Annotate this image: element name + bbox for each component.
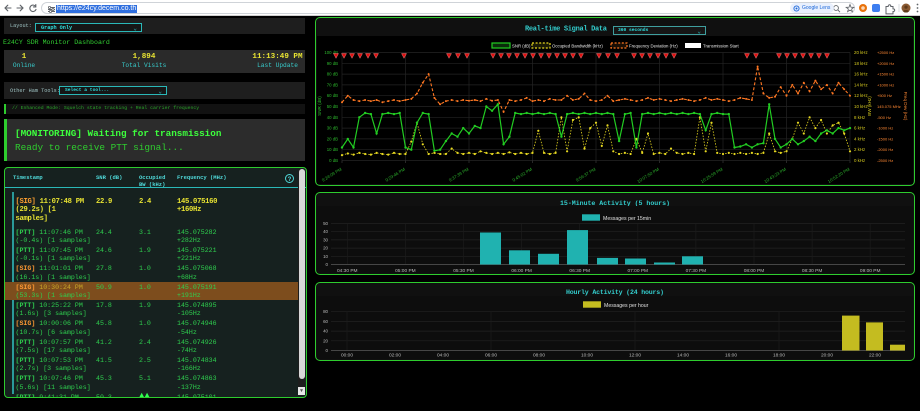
svg-text:145.075 MHz: 145.075 MHz xyxy=(877,104,901,109)
svg-text:4 kHz: 4 kHz xyxy=(854,136,865,141)
svg-text:08:30 PM: 08:30 PM xyxy=(802,268,823,274)
svg-text:14 kHz: 14 kHz xyxy=(854,82,868,87)
svg-text:00:00: 00:00 xyxy=(341,353,353,359)
svg-text:80: 80 xyxy=(323,309,328,314)
svg-text:08:00: 08:00 xyxy=(533,353,545,359)
svg-text:20: 20 xyxy=(323,246,328,251)
svg-text:07:30 PM: 07:30 PM xyxy=(686,268,707,274)
svg-text:20 dB: 20 dB xyxy=(327,136,338,141)
svg-text:06:00 PM: 06:00 PM xyxy=(511,268,532,274)
svg-text:50 dB: 50 dB xyxy=(327,104,338,109)
svg-text:SNR (dB): SNR (dB) xyxy=(512,43,531,48)
svg-text:08:00 PM: 08:00 PM xyxy=(744,268,765,274)
svg-text:40: 40 xyxy=(323,229,328,234)
svg-text:-2500 Hz: -2500 Hz xyxy=(877,158,893,163)
svg-text:0 dB: 0 dB xyxy=(329,158,338,163)
svg-text:-500 Hz: -500 Hz xyxy=(877,115,891,120)
svg-text:Hourly Activity (24 hours): Hourly Activity (24 hours) xyxy=(566,289,664,296)
svg-text:Frequency Deviation (Hz): Frequency Deviation (Hz) xyxy=(629,43,678,48)
svg-text:50: 50 xyxy=(323,221,328,226)
svg-text:20 kHz: 20 kHz xyxy=(854,50,868,55)
svg-text:30 dB: 30 dB xyxy=(327,126,338,131)
svg-text:8 kHz: 8 kHz xyxy=(854,115,865,120)
svg-text:Freq Dev (Hz): Freq Dev (Hz) xyxy=(903,92,908,121)
svg-text:+1500 Hz: +1500 Hz xyxy=(877,72,894,77)
svg-text:70 dB: 70 dB xyxy=(327,82,338,87)
svg-text:Occupied Bandwidth (kHz): Occupied Bandwidth (kHz) xyxy=(552,43,603,48)
svg-text:07:00 PM: 07:00 PM xyxy=(628,268,649,274)
svg-text:15-Minute Activity (5 hours): 15-Minute Activity (5 hours) xyxy=(560,200,670,207)
svg-text:09:00 PM: 09:00 PM xyxy=(860,268,881,274)
svg-text:6 kHz: 6 kHz xyxy=(854,126,865,131)
svg-text:80 dB: 80 dB xyxy=(327,72,338,77)
svg-text:12:00: 12:00 xyxy=(629,353,641,359)
svg-text:90 dB: 90 dB xyxy=(327,61,338,66)
svg-text:06:00: 06:00 xyxy=(485,353,497,359)
svg-text:18:00: 18:00 xyxy=(773,353,785,359)
svg-text:12 kHz: 12 kHz xyxy=(854,93,868,98)
svg-text:-1500 Hz: -1500 Hz xyxy=(877,136,893,141)
svg-text:+2500 Hz: +2500 Hz xyxy=(877,50,894,55)
svg-text:05:00 PM: 05:00 PM xyxy=(395,268,416,274)
svg-text:16:00: 16:00 xyxy=(725,353,737,359)
svg-text:04:30 PM: 04:30 PM xyxy=(337,268,358,274)
svg-text:14:00: 14:00 xyxy=(677,353,689,359)
svg-text:10: 10 xyxy=(323,254,328,259)
svg-text:10:00: 10:00 xyxy=(581,353,593,359)
svg-text:22:00: 22:00 xyxy=(869,353,881,359)
svg-text:20:00: 20:00 xyxy=(821,353,833,359)
svg-text:60: 60 xyxy=(323,319,328,324)
svg-text:0 kHz: 0 kHz xyxy=(854,158,865,163)
svg-text:40 dB: 40 dB xyxy=(327,115,338,120)
svg-text:20: 20 xyxy=(323,338,328,343)
svg-text:10 kHz: 10 kHz xyxy=(854,104,868,109)
svg-text:2 kHz: 2 kHz xyxy=(854,147,865,152)
svg-text:18 kHz: 18 kHz xyxy=(854,61,868,66)
svg-text:Messages per 15min: Messages per 15min xyxy=(603,216,651,222)
svg-text:10 dB: 10 dB xyxy=(327,147,338,152)
svg-text:02:00: 02:00 xyxy=(389,353,401,359)
svg-text:Real-time Signal Data: Real-time Signal Data xyxy=(525,26,608,34)
svg-text:+2000 Hz: +2000 Hz xyxy=(877,61,894,66)
svg-text:04:00: 04:00 xyxy=(437,353,449,359)
svg-text:-2000 Hz: -2000 Hz xyxy=(877,147,893,152)
svg-text:-1000 Hz: -1000 Hz xyxy=(877,126,893,131)
svg-text:06:30 PM: 06:30 PM xyxy=(569,268,590,274)
svg-text:40: 40 xyxy=(323,329,328,334)
svg-text:30: 30 xyxy=(323,237,328,242)
svg-text:Messages per hour: Messages per hour xyxy=(604,303,649,309)
svg-text:+1000 Hz: +1000 Hz xyxy=(877,82,894,87)
svg-text:60 dB: 60 dB xyxy=(327,93,338,98)
svg-text:BW (kHz): BW (kHz) xyxy=(867,96,872,116)
svg-text:16 kHz: 16 kHz xyxy=(854,72,868,77)
svg-text:05:30 PM: 05:30 PM xyxy=(453,268,474,274)
svg-text:SNR (dB): SNR (dB) xyxy=(317,96,322,116)
svg-text:Transmission Start: Transmission Start xyxy=(703,43,739,48)
svg-text:+500 Hz: +500 Hz xyxy=(877,93,892,98)
